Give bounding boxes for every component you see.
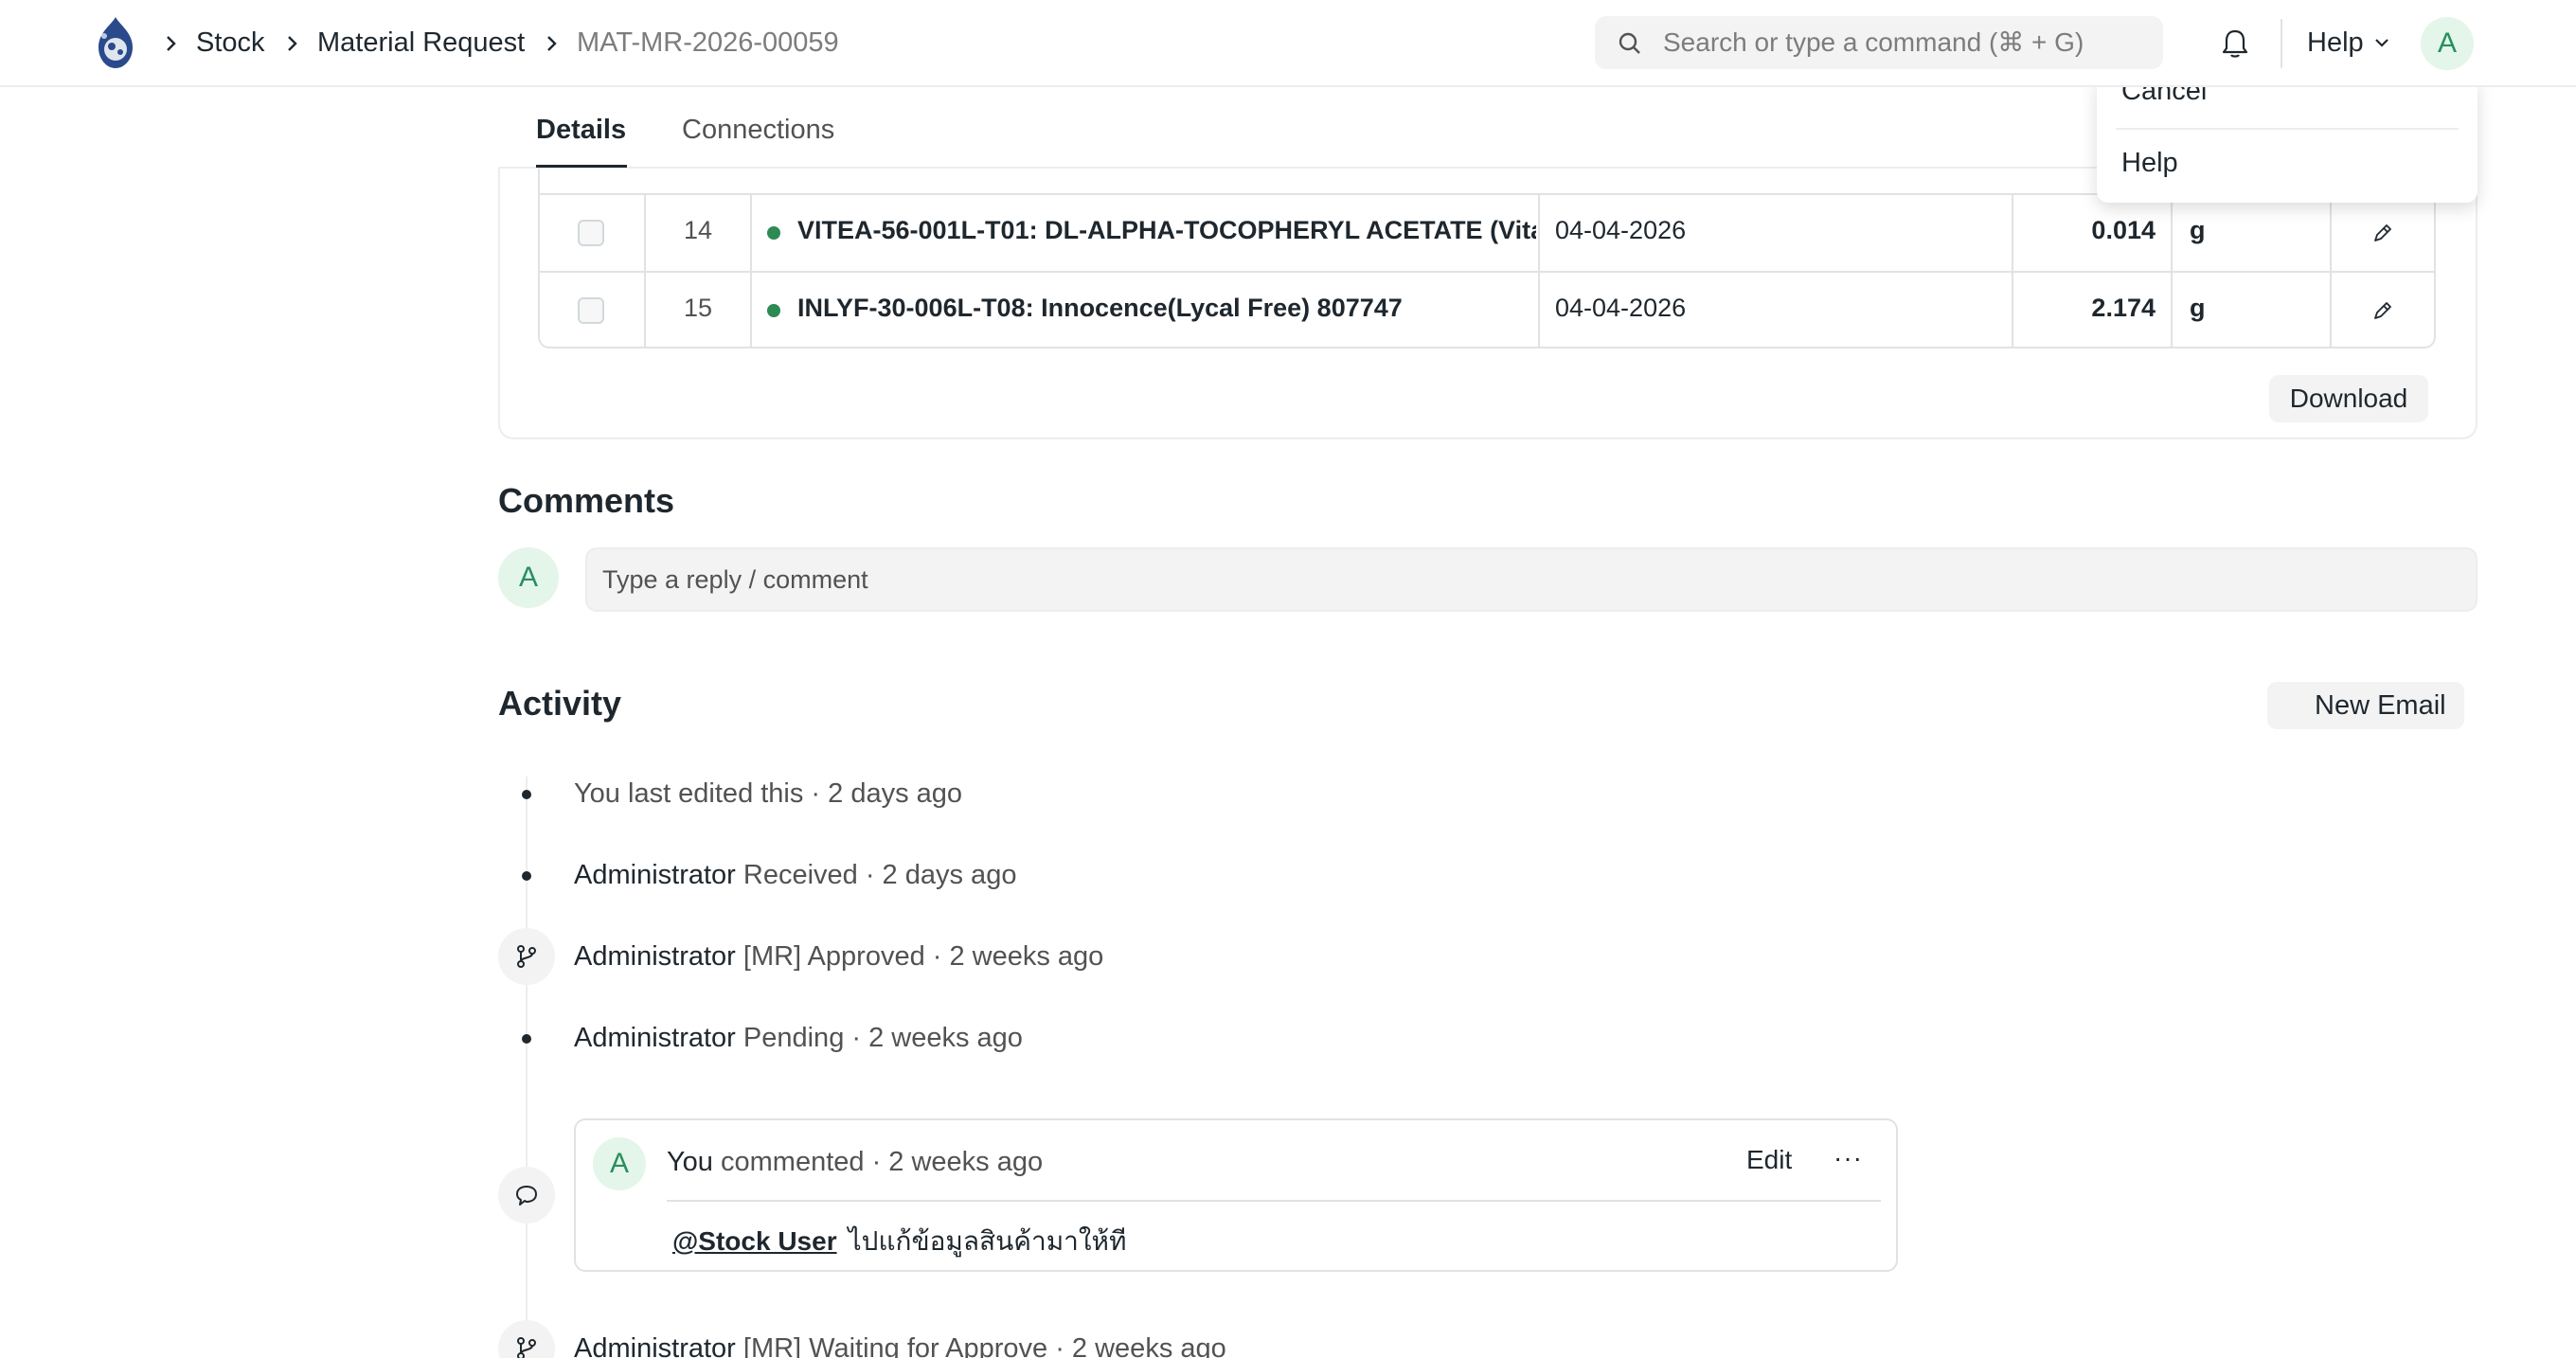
edit-cell — [2332, 273, 2434, 348]
active-tab-indicator — [536, 165, 627, 168]
row-index: 15 — [683, 294, 713, 322]
comment-avatar: A — [498, 547, 559, 608]
quantity: 2.174 — [2091, 294, 2156, 322]
comment-input[interactable] — [585, 547, 2478, 612]
edit-comment-button[interactable]: Edit — [1746, 1145, 1792, 1175]
navbar: Stock Material Request MAT-MR-2026-00059… — [0, 0, 2576, 87]
timeline-bullet — [522, 1034, 531, 1044]
row-index-cell: 15 — [646, 273, 752, 348]
quantity: 0.014 — [2091, 216, 2156, 244]
timeline-icon — [498, 1320, 555, 1358]
new-email-button[interactable]: New Email — [2267, 682, 2464, 729]
activity-item: Administrator Received · 2 days ago — [574, 860, 1016, 891]
chevron-right-icon — [167, 36, 176, 51]
required-date: 04-04-2026 — [1555, 216, 1687, 244]
search-icon — [1619, 32, 1640, 54]
comment-body: @Stock User ไปแก้ข้อมูลสินค้ามาให้ที — [672, 1221, 1126, 1262]
activity-text: [MR] Approved · 2 weeks ago — [742, 941, 1104, 972]
status-dot — [767, 226, 780, 240]
qty-cell[interactable]: 0.014 — [2013, 195, 2173, 271]
breadcrumb-material-request[interactable]: Material Request — [317, 25, 525, 61]
comment-bubble-icon — [516, 1186, 537, 1206]
branch-icon — [517, 945, 536, 968]
comment-card: A You commented · 2 weeks ago Edit ··· @… — [574, 1118, 1898, 1272]
activity-text: Pending · 2 weeks ago — [742, 1023, 1023, 1053]
edit-pencil-icon[interactable] — [2371, 222, 2394, 244]
more-options-icon[interactable]: ··· — [1834, 1143, 1863, 1173]
activity-text: [MR] Waiting for Approve · 2 weeks ago — [742, 1333, 1226, 1358]
date-cell[interactable]: 04-04-2026 — [1540, 273, 2013, 348]
activity-item: Administrator Pending · 2 weeks ago — [574, 1023, 1023, 1054]
activity-text: You last edited this · 2 days ago — [574, 778, 963, 809]
tab-connections[interactable]: Connections — [682, 112, 834, 148]
edit-pencil-icon[interactable] — [2371, 299, 2394, 322]
comment-author-avatar: A — [593, 1137, 646, 1190]
navbar-divider — [2281, 19, 2282, 68]
menu-divider — [2116, 128, 2459, 130]
row-checkbox[interactable] — [578, 297, 604, 324]
edit-cell — [2332, 195, 2434, 271]
download-button[interactable]: Download — [2269, 375, 2428, 422]
app-logo-icon[interactable] — [91, 15, 140, 70]
timeline-bullet — [522, 790, 531, 799]
uom-cell[interactable]: g — [2173, 273, 2332, 348]
search-input[interactable] — [1663, 26, 2146, 60]
comment-header: You commented · 2 weeks ago — [667, 1147, 1043, 1178]
required-date: 04-04-2026 — [1555, 294, 1687, 322]
item-code: VITEA-56-001L-T01: DL-ALPHA-TOCOPHERYL A… — [797, 216, 1536, 244]
table-row[interactable]: 14 VITEA-56-001L-T01: DL-ALPHA-TOCOPHERY… — [540, 193, 2434, 271]
help-menu-button[interactable]: Help — [2307, 25, 2364, 61]
activity-item: Administrator [MR] Waiting for Approve ·… — [574, 1333, 1226, 1358]
comment-text: ไปแก้ข้อมูลสินค้ามาให้ที — [848, 1226, 1127, 1256]
comment-author: You — [667, 1147, 713, 1177]
activity-user[interactable]: Administrator — [574, 860, 736, 890]
chevron-right-icon — [288, 36, 297, 51]
status-dot — [767, 304, 780, 317]
activity-user[interactable]: Administrator — [574, 1333, 736, 1358]
timeline-line — [526, 777, 528, 1358]
uom: g — [2190, 294, 2206, 322]
comment-meta: commented · 2 weeks ago — [721, 1147, 1044, 1177]
user-mention[interactable]: @Stock User — [672, 1226, 837, 1256]
item-code: INLYF-30-006L-T08: Innocence(Lycal Free)… — [797, 294, 1403, 322]
row-select-cell — [540, 273, 646, 348]
uom-cell[interactable]: g — [2173, 195, 2332, 271]
activity-user[interactable]: Administrator — [574, 1023, 736, 1053]
uom: g — [2190, 216, 2206, 244]
qty-cell[interactable]: 2.174 — [2013, 273, 2173, 348]
tab-details[interactable]: Details — [536, 112, 626, 148]
timeline-bullet — [522, 871, 531, 881]
menu-item-help[interactable]: Help — [2121, 148, 2178, 179]
chevron-right-icon — [547, 36, 557, 51]
activity-text: Received · 2 days ago — [742, 860, 1017, 890]
actions-dropdown-menu: Cancel Help — [2097, 76, 2478, 203]
activity-item: You last edited this · 2 days ago — [574, 778, 962, 810]
table-row[interactable]: 15 INLYF-30-006L-T08: Innocence(Lycal Fr… — [540, 271, 2434, 348]
search-bar[interactable] — [1595, 16, 2163, 69]
timeline-icon — [498, 1167, 555, 1224]
comments-title: Comments — [498, 481, 675, 520]
row-select-cell — [540, 195, 646, 271]
comment-divider — [667, 1200, 1881, 1202]
activity-item: Administrator [MR] Approved · 2 weeks ag… — [574, 941, 1103, 973]
row-index-cell: 14 — [646, 195, 752, 271]
branch-icon — [517, 1337, 536, 1358]
item-code-cell[interactable]: INLYF-30-006L-T08: Innocence(Lycal Free)… — [752, 273, 1540, 348]
row-index: 14 — [683, 216, 713, 244]
chevron-down-icon[interactable] — [2373, 36, 2390, 49]
timeline-icon — [498, 928, 555, 985]
breadcrumb-stock[interactable]: Stock — [196, 25, 265, 61]
item-code-cell[interactable]: VITEA-56-001L-T01: DL-ALPHA-TOCOPHERYL A… — [752, 195, 1540, 271]
breadcrumb-current-document[interactable]: MAT-MR-2026-00059 — [577, 25, 839, 61]
user-avatar[interactable]: A — [2421, 17, 2474, 70]
date-cell[interactable]: 04-04-2026 — [1540, 195, 2013, 271]
activity-user[interactable]: Administrator — [574, 941, 736, 972]
activity-title: Activity — [498, 684, 622, 723]
row-checkbox[interactable] — [578, 220, 604, 246]
notification-bell-icon[interactable] — [2218, 27, 2252, 61]
